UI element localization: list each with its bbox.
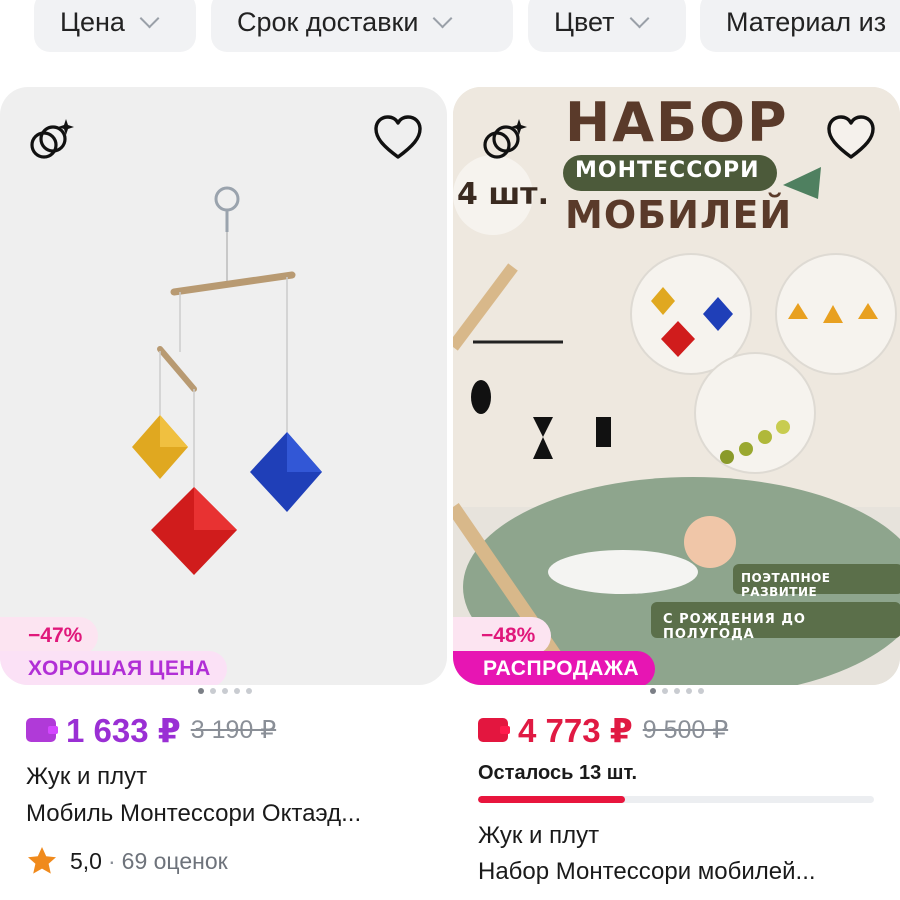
filter-delivery-time[interactable]: Срок доставки bbox=[211, 0, 513, 52]
product-brand[interactable]: Жук и плут bbox=[478, 822, 599, 850]
product-image[interactable]: НАБОР МОНТЕССОРИ МОБИЛЕЙ 4 шт. ПОЭТАПНОЕ… bbox=[453, 87, 900, 685]
image-headline: МОБИЛЕЙ bbox=[565, 193, 793, 237]
octahedron-mobile-photo bbox=[132, 186, 322, 575]
current-price: 4 773 ₽ bbox=[518, 711, 633, 749]
filter-material[interactable]: Материал из bbox=[700, 0, 900, 52]
stock-progress-bar bbox=[478, 796, 874, 803]
sale-badge: РАСПРОДАЖА bbox=[453, 651, 656, 685]
filter-color[interactable]: Цвет bbox=[528, 0, 686, 52]
filter-label: Цвет bbox=[554, 6, 615, 37]
stock-remaining: Осталось 13 шт. bbox=[478, 762, 638, 784]
wallet-icon bbox=[478, 718, 508, 742]
image-carousel-dots bbox=[198, 688, 252, 694]
product-image[interactable]: −47% ХОРОШАЯ ЦЕНА bbox=[0, 87, 447, 685]
star-icon bbox=[28, 847, 56, 874]
good-price-badge: ХОРОШАЯ ЦЕНА bbox=[0, 651, 227, 685]
ar-view-icon[interactable] bbox=[479, 117, 527, 165]
chevron-down-icon bbox=[139, 8, 160, 29]
old-price: 3 190 ₽ bbox=[190, 716, 277, 744]
image-count: 4 шт. bbox=[457, 177, 549, 212]
heart-icon[interactable] bbox=[373, 113, 423, 163]
chevron-down-icon bbox=[433, 8, 453, 29]
image-headline: НАБОР bbox=[565, 91, 789, 154]
wallet-icon bbox=[26, 718, 56, 742]
image-headline: МОНТЕССОРИ bbox=[575, 158, 760, 183]
chevron-down-icon bbox=[629, 8, 649, 29]
heart-icon[interactable] bbox=[826, 113, 876, 163]
discount-badge: −48% bbox=[453, 617, 552, 655]
discount-badge: −47% bbox=[0, 617, 99, 655]
old-price: 9 500 ₽ bbox=[642, 716, 729, 744]
image-caption: ПОЭТАПНОЕ РАЗВИТИЕ bbox=[741, 571, 831, 599]
image-carousel-dots bbox=[650, 688, 704, 694]
filter-label: Цена bbox=[60, 6, 125, 37]
product-feed: Цена Срок доставки Цвет Материал из −47%… bbox=[0, 0, 900, 900]
product-title[interactable]: Мобиль Монтессори Октаэд... bbox=[26, 800, 361, 828]
filter-price[interactable]: Цена bbox=[34, 0, 196, 52]
product-rating: 5,0 · 69 оценок bbox=[26, 845, 228, 877]
filter-label: Срок доставки bbox=[237, 6, 419, 37]
ar-view-icon[interactable] bbox=[26, 117, 74, 165]
filter-bar: Цена Срок доставки Цвет Материал из bbox=[0, 0, 900, 52]
review-count[interactable]: 69 оценок bbox=[122, 848, 228, 875]
rating-separator: · bbox=[107, 847, 116, 874]
price-row: 4 773 ₽ 9 500 ₽ bbox=[478, 708, 728, 752]
current-price: 1 633 ₽ bbox=[66, 711, 181, 749]
filter-label: Материал из bbox=[726, 6, 887, 37]
stock-progress-fill bbox=[478, 796, 625, 803]
image-caption: С РОЖДЕНИЯ ДО ПОЛУГОДА bbox=[663, 612, 806, 642]
rating-value: 5,0 bbox=[70, 847, 102, 874]
product-brand[interactable]: Жук и плут bbox=[26, 763, 147, 791]
product-title[interactable]: Набор Монтессори мобилей... bbox=[478, 858, 816, 886]
price-row: 1 633 ₽ 3 190 ₽ bbox=[26, 708, 276, 752]
